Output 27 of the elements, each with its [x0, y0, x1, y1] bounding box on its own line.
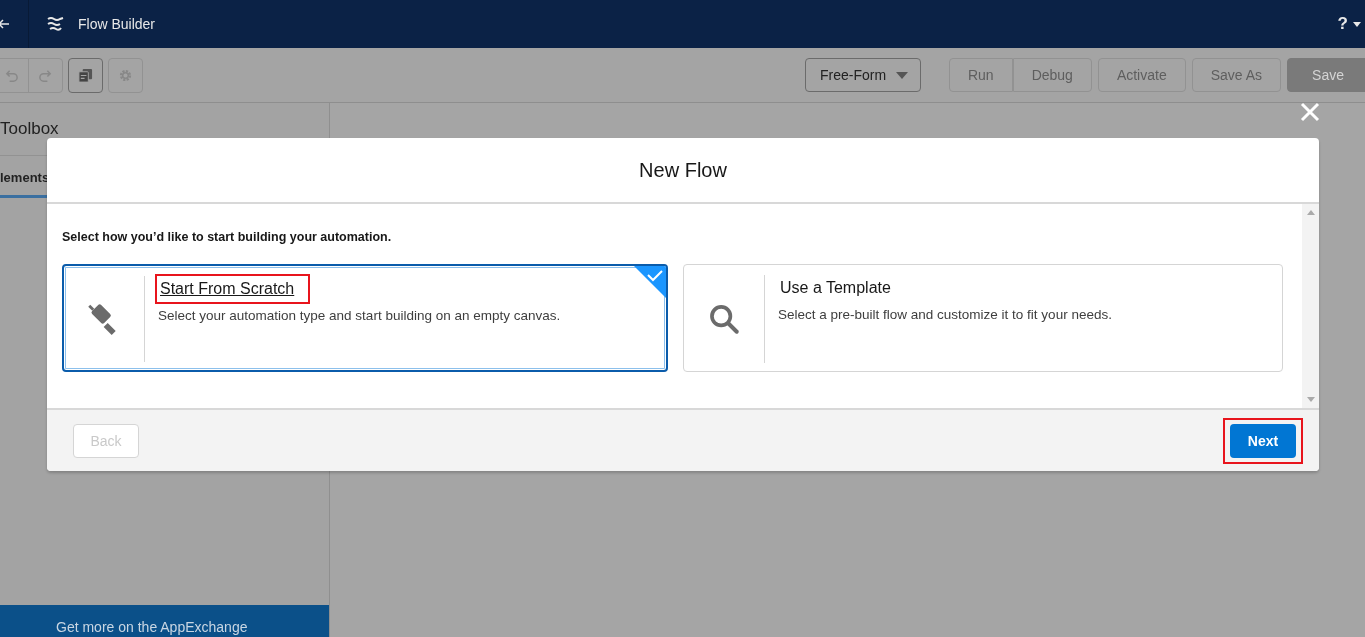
- settings-icon: [118, 67, 133, 83]
- scroll-up-icon[interactable]: [1306, 210, 1315, 215]
- option-card[interactable]: Use a Template Select a pre-built flow and customize it to fit your needs.: [683, 264, 1283, 372]
- app-title: Flow Builder: [78, 16, 156, 32]
- option-description: Select your automation type and start building on an empty canvas.: [158, 308, 561, 323]
- back-arrow-icon[interactable]: [0, 18, 10, 30]
- scrollbar[interactable]: [1302, 204, 1319, 408]
- copy-icon: [78, 67, 93, 83]
- option-description: Select a pre-built flow and customize it to fit your needs.: [778, 307, 1112, 322]
- instruction-text: Select how you’d like to start building your automation.: [62, 230, 393, 244]
- settings-button[interactable]: [108, 57, 143, 93]
- appexchange-link[interactable]: Get more on the AppExchange: [0, 605, 329, 637]
- scroll-down-icon[interactable]: [1306, 397, 1315, 402]
- modal-title: New Flow: [639, 158, 727, 182]
- copy-button[interactable]: [68, 57, 103, 93]
- option-title: Use a Template: [779, 278, 892, 298]
- layout-dropdown[interactable]: Free-Form: [804, 58, 921, 92]
- search-icon: [707, 302, 741, 336]
- close-icon[interactable]: [1300, 102, 1320, 122]
- help-button[interactable]: ?: [1337, 14, 1348, 34]
- next-button[interactable]: Next: [1230, 423, 1296, 458]
- option-card[interactable]: Start From Scratch Select your automation type and start building on an empty canvas.: [62, 264, 668, 372]
- caret-icon[interactable]: [1353, 21, 1361, 27]
- check-corner-icon: [634, 266, 666, 298]
- caret-icon: [895, 71, 908, 79]
- flow-logo-icon: [46, 16, 64, 32]
- option-title: Start From Scratch: [155, 274, 311, 304]
